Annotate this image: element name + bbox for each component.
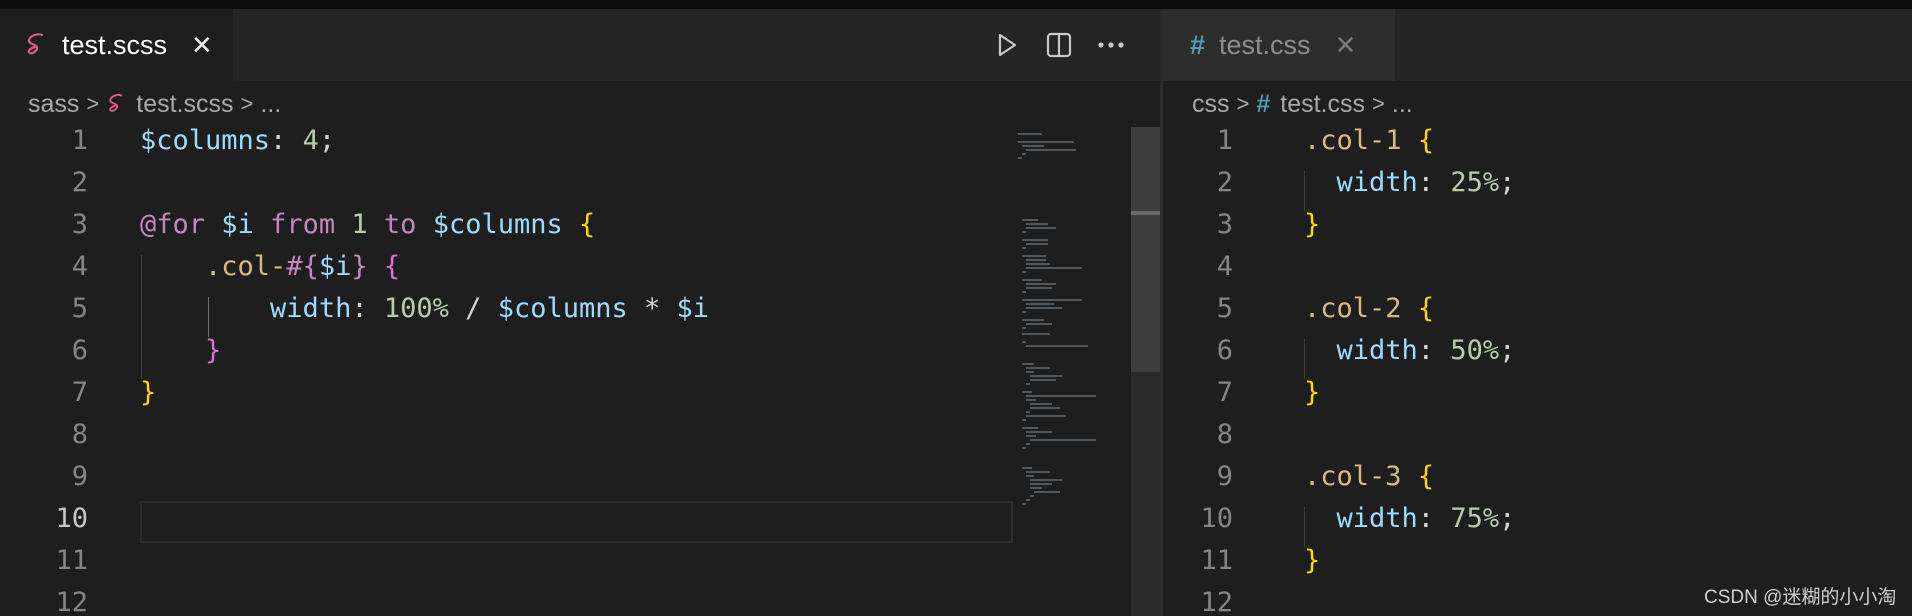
line-number: 10 [1200,503,1233,534]
code-line-3: @for $i from 1 to $columns { [140,209,596,240]
line-number: 2 [71,167,88,198]
line-number: 9 [71,461,88,492]
line-number: 12 [55,587,88,616]
code-line-6: width: 50%; [1336,335,1516,366]
code-line-4: .col-#{$i} { [205,251,401,282]
line-number: 1 [71,125,88,156]
breadcrumb-folder[interactable]: css [1192,90,1230,119]
chevron-right-icon: > [86,91,100,116]
breadcrumb-symbol[interactable]: ... [260,90,281,119]
code-line-9: .col-3 { [1304,461,1435,492]
hash-icon: # [1190,29,1206,60]
code-line-6: } [205,335,222,366]
line-number: 4 [1216,251,1233,282]
left-tab-bar: test.scss ✕ [0,9,1160,81]
code-line-3: } [1304,209,1321,240]
run-icon[interactable] [990,28,1024,62]
sass-icon [24,31,50,59]
watermark: CSDN @迷糊的小小淘 [1704,587,1897,608]
code-line-2: width: 25%; [1336,167,1516,198]
line-number: 12 [1200,587,1233,616]
breadcrumb-symbol[interactable]: ... [1392,90,1413,119]
line-number: 9 [1216,461,1233,492]
close-icon[interactable]: ✕ [191,30,213,61]
breadcrumb-file[interactable]: test.scss [136,90,233,119]
line-number: 2 [1216,167,1233,198]
code-line-5: width: 100% / $columns * $i [270,293,710,324]
line-number: 8 [1216,419,1233,450]
editor-actions [990,9,1128,81]
breadcrumb-folder[interactable]: sass [28,90,79,119]
right-tab-bar: # test.css ✕ [1163,9,1912,81]
code-line-7: } [140,377,157,408]
scrollbar-cursor-marker [1131,211,1160,215]
breadcrumb: css > # test.css > ... [1163,81,1912,127]
line-number: 5 [71,293,88,324]
tab-test-scss[interactable]: test.scss ✕ [0,9,233,81]
minimap[interactable] [1013,127,1131,616]
chevron-right-icon: > [1372,91,1385,116]
line-number: 6 [1216,335,1233,366]
line-number: 1 [1216,125,1233,156]
line-number: 3 [71,209,88,240]
current-line-highlight [140,501,1013,543]
hash-icon: # [1256,89,1271,118]
breadcrumb: sass > test.scss > ... [0,81,1160,127]
line-number: 7 [71,377,88,408]
scrollbar-thumb[interactable] [1131,127,1160,372]
line-number: 5 [1216,293,1233,324]
left-editor-group: test.scss ✕ sass > test.scss > ... 1 2 3 [0,9,1160,616]
more-actions-icon[interactable] [1094,28,1128,62]
line-number-active: 10 [55,503,88,534]
tab-test-css[interactable]: # test.css ✕ [1163,9,1395,81]
split-editor-icon[interactable] [1042,28,1076,62]
line-number: 11 [55,545,88,576]
window-top-strip [0,0,1912,9]
tab-label: test.scss [62,29,168,60]
code-line-7: } [1304,377,1321,408]
code-line-10: width: 75%; [1336,503,1516,534]
breadcrumb-file[interactable]: test.css [1280,90,1365,119]
line-number: 7 [1216,377,1233,408]
vertical-scrollbar[interactable] [1131,127,1160,616]
chevron-right-icon: > [240,91,254,116]
code-line-1: $columns: 4; [140,125,336,156]
close-icon[interactable]: ✕ [1335,30,1357,61]
right-editor-group: # test.css ✕ css > # test.css > ... 1 2 … [1163,9,1912,616]
tab-label: test.css [1219,29,1311,60]
line-number: 6 [71,335,88,366]
line-number: 4 [71,251,88,282]
line-number: 11 [1200,545,1233,576]
line-number: 8 [71,419,88,450]
code-line-11: } [1304,545,1321,576]
chevron-right-icon: > [1236,91,1250,116]
sass-icon [106,91,128,117]
line-number: 3 [1216,209,1233,240]
code-line-1: .col-1 { [1304,125,1435,156]
code-line-5: .col-2 { [1304,293,1435,324]
